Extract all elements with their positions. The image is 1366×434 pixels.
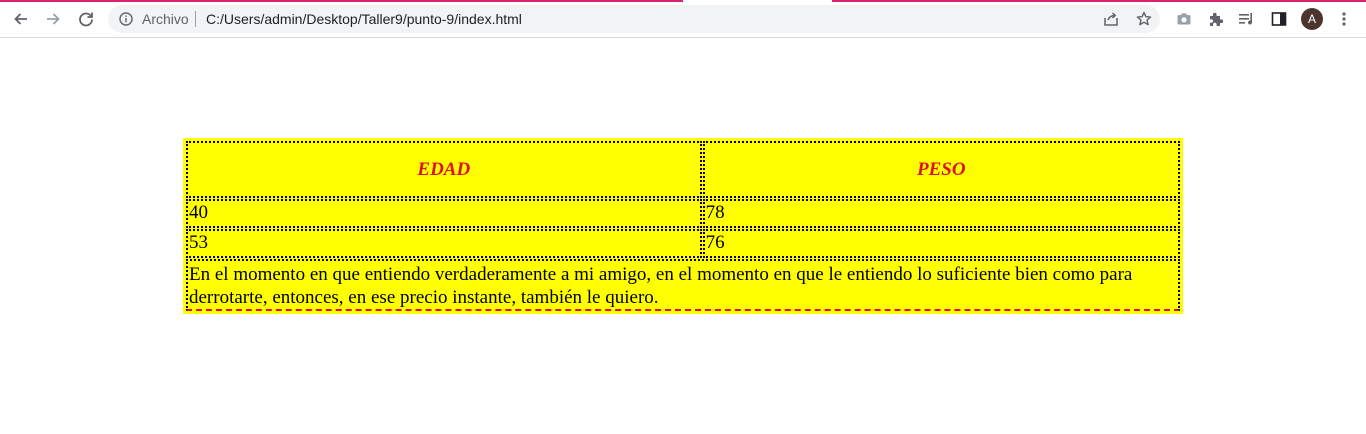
table-cell: 53 <box>186 229 702 258</box>
bookmark-button[interactable] <box>1134 9 1154 29</box>
profile-avatar[interactable]: A <box>1301 8 1323 30</box>
arrow-right-icon <box>47 13 60 25</box>
data-table: EDAD PESO 40 78 53 76 En el momento en q… <box>183 138 1183 314</box>
table-cell: 78 <box>702 199 1180 228</box>
forward-button[interactable] <box>40 6 66 32</box>
table-row: 53 76 <box>186 229 1180 258</box>
extensions-button[interactable] <box>1206 9 1226 29</box>
arrow-left-icon <box>14 13 27 25</box>
reading-list-button[interactable] <box>1237 9 1257 29</box>
reload-button[interactable] <box>73 6 99 32</box>
table-header-row: EDAD PESO <box>186 141 1180 198</box>
table-row: 40 78 <box>186 199 1180 228</box>
address-bar[interactable]: Archivo C:/Users/admin/Desktop/Taller9/p… <box>108 5 1160 33</box>
active-tab-indicator <box>0 0 683 2</box>
share-button[interactable] <box>1101 9 1121 29</box>
browser-toolbar: Archivo C:/Users/admin/Desktop/Taller9/p… <box>0 0 1366 38</box>
site-security-label[interactable]: Archivo <box>142 11 189 27</box>
info-icon[interactable] <box>119 12 133 26</box>
share-icon <box>1104 12 1118 26</box>
reading-list-icon <box>1239 13 1252 25</box>
puzzle-icon <box>1210 12 1224 26</box>
side-panel-icon <box>1271 12 1287 26</box>
table-cell: 40 <box>186 199 702 228</box>
camera-icon <box>1177 13 1191 25</box>
table-cell: 76 <box>702 229 1180 258</box>
column-header-peso: PESO <box>702 141 1180 198</box>
address-separator <box>195 11 196 27</box>
star-icon <box>1136 11 1152 26</box>
side-panel-button[interactable] <box>1269 9 1289 29</box>
page-content: EDAD PESO 40 78 53 76 En el momento en q… <box>0 39 1366 434</box>
url-text[interactable]: C:/Users/admin/Desktop/Taller9/punto-9/i… <box>206 11 522 27</box>
browser-menu-button[interactable] <box>1334 9 1354 29</box>
kebab-menu-icon <box>1342 12 1346 26</box>
back-button[interactable] <box>8 6 34 32</box>
column-header-edad: EDAD <box>186 141 702 198</box>
reload-icon <box>79 12 93 27</box>
table-row: En el momento en que entiendo verdaderam… <box>186 259 1180 311</box>
screenshot-button[interactable] <box>1174 9 1194 29</box>
active-tab-indicator-right <box>832 0 1366 2</box>
quote-cell: En el momento en que entiendo verdaderam… <box>186 259 1180 311</box>
